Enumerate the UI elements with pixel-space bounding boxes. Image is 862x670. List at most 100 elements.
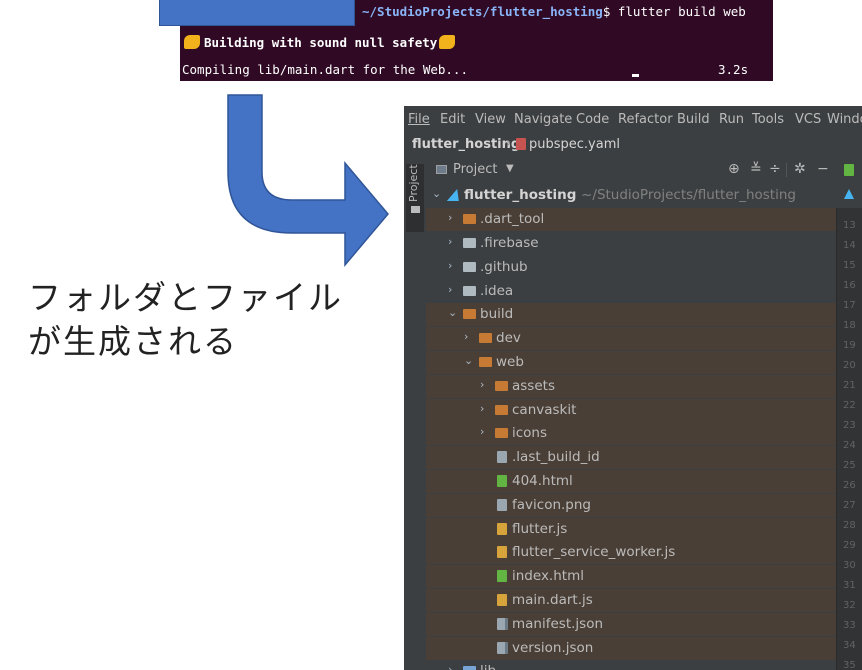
chevron-right-icon[interactable]: ›: [448, 663, 452, 670]
line-number: 17: [843, 300, 856, 311]
folder-icon: [411, 206, 420, 213]
menu-vcs[interactable]: VCS: [795, 112, 821, 127]
chevron-down-icon[interactable]: ⌄: [432, 187, 441, 200]
line-number: 35: [843, 660, 856, 670]
minimize-icon[interactable]: −: [817, 161, 829, 177]
annotation-line-1: フォルダとファイル: [28, 278, 343, 317]
flutter-icon: [844, 189, 854, 199]
javascript-file-icon: [497, 546, 507, 558]
tree-item-last-build-id[interactable]: .last_build_id: [426, 446, 836, 469]
tree-item-label: build: [480, 306, 514, 322]
line-number: 32: [843, 600, 856, 611]
tree-item-web[interactable]: ⌄ web: [426, 351, 836, 374]
menu-window[interactable]: Windo: [827, 112, 862, 127]
line-number: 27: [843, 500, 856, 511]
yaml-file-icon: [516, 138, 526, 150]
tree-item-index-html[interactable]: index.html: [426, 565, 836, 588]
gear-icon[interactable]: ✲: [794, 161, 806, 177]
line-number: 26: [843, 480, 856, 491]
javascript-file-icon: [497, 594, 507, 606]
dropdown-arrow-icon[interactable]: ▼: [506, 163, 514, 174]
tree-root-path: ~/StudioProjects/flutter_hosting: [581, 187, 796, 203]
tree-item-label: icons: [512, 425, 548, 441]
line-number: 24: [843, 440, 856, 451]
tree-item-main-dart-js[interactable]: main.dart.js: [426, 589, 836, 612]
tree-item-canvaskit[interactable]: › canvaskit: [426, 399, 836, 422]
project-tree: ⌄ flutter_hosting ~/StudioProjects/flutt…: [426, 183, 836, 670]
folder-icon: [479, 357, 492, 367]
menu-navigate[interactable]: Navigate: [514, 112, 572, 127]
chevron-right-icon[interactable]: ›: [480, 378, 484, 391]
menu-refactor[interactable]: Refactor: [618, 112, 673, 127]
file-tab-icon[interactable]: [844, 164, 854, 176]
line-number: 14: [843, 240, 856, 251]
menu-build[interactable]: Build: [677, 112, 710, 127]
chevron-down-icon[interactable]: ⌄: [448, 306, 457, 319]
html-file-icon: [497, 570, 507, 582]
tree-item-version-json[interactable]: version.json: [426, 637, 836, 660]
line-number: 18: [843, 320, 856, 331]
tree-item-lib[interactable]: › lib: [426, 660, 836, 670]
tree-item-github[interactable]: › .github: [426, 256, 836, 279]
tree-root-flutter-hosting[interactable]: ⌄ flutter_hosting ~/StudioProjects/flutt…: [426, 184, 836, 207]
folder-icon: [495, 381, 508, 391]
folder-icon: [463, 214, 476, 224]
breadcrumb-project[interactable]: flutter_hosting: [412, 137, 520, 152]
tree-item-label: .dart_tool: [480, 211, 545, 227]
tree-item-label: version.json: [512, 640, 594, 656]
project-side-tab-label: Project: [407, 164, 420, 202]
menu-tools[interactable]: Tools: [752, 112, 784, 127]
toolbar-divider: [786, 163, 787, 177]
tree-item-dart-tool[interactable]: › .dart_tool: [426, 208, 836, 231]
project-view-selector[interactable]: Project: [453, 162, 497, 177]
chevron-right-icon[interactable]: ›: [464, 330, 468, 343]
line-number: 21: [843, 380, 856, 391]
tree-item-idea[interactable]: › .idea: [426, 280, 836, 303]
text-file-icon: [497, 451, 507, 463]
breadcrumb-file[interactable]: pubspec.yaml: [516, 137, 620, 152]
settings-folder-icon: [463, 286, 476, 296]
menu-code[interactable]: Code: [576, 112, 609, 127]
line-number: 23: [843, 420, 856, 431]
chevron-right-icon[interactable]: ›: [448, 283, 452, 296]
tree-item-icons[interactable]: › icons: [426, 422, 836, 445]
tree-item-favicon-png[interactable]: favicon.png: [426, 494, 836, 517]
crosshair-icon[interactable]: ⊕: [728, 161, 740, 177]
tree-item-flutter-service-worker-js[interactable]: flutter_service_worker.js: [426, 541, 836, 564]
image-file-icon: [497, 499, 507, 511]
line-number: 15: [843, 260, 856, 271]
tree-item-label: assets: [512, 378, 555, 394]
chevron-right-icon[interactable]: ›: [448, 259, 452, 272]
tree-item-manifest-json[interactable]: manifest.json: [426, 613, 836, 636]
tree-item-dev[interactable]: › dev: [426, 327, 836, 350]
line-number: 33: [843, 620, 856, 631]
chevron-right-icon[interactable]: ›: [480, 402, 484, 415]
chevron-right-icon[interactable]: ›: [448, 211, 452, 224]
line-number: 19: [843, 340, 856, 351]
tree-item-label: .firebase: [480, 235, 539, 251]
menu-view[interactable]: View: [475, 112, 506, 127]
line-number: 28: [843, 520, 856, 531]
line-number: 20: [843, 360, 856, 371]
tree-item-build[interactable]: ⌄ build: [426, 303, 836, 326]
line-number: 30: [843, 560, 856, 571]
tree-item-firebase[interactable]: › .firebase: [426, 232, 836, 255]
tree-item-assets[interactable]: › assets: [426, 375, 836, 398]
folder-icon: [495, 405, 508, 415]
line-number: 31: [843, 580, 856, 591]
menu-file[interactable]: File: [408, 112, 430, 127]
tree-item-label: dev: [496, 330, 521, 346]
chevron-right-icon[interactable]: ›: [480, 425, 484, 438]
collapse-all-icon[interactable]: ÷: [769, 161, 781, 177]
folder-icon: [479, 333, 492, 343]
chevron-right-icon[interactable]: ›: [448, 235, 452, 248]
chevron-down-icon[interactable]: ⌄: [464, 354, 473, 367]
tree-item-label: manifest.json: [512, 616, 604, 632]
tree-item-404-html[interactable]: 404.html: [426, 470, 836, 493]
menu-bar: File Edit View Navigate Code Refactor Bu…: [404, 106, 862, 133]
annotation-line-2: が生成される: [28, 322, 238, 361]
menu-edit[interactable]: Edit: [440, 112, 465, 127]
menu-run[interactable]: Run: [719, 112, 744, 127]
tree-item-flutter-js[interactable]: flutter.js: [426, 518, 836, 541]
expand-all-icon[interactable]: ≚: [750, 161, 762, 177]
